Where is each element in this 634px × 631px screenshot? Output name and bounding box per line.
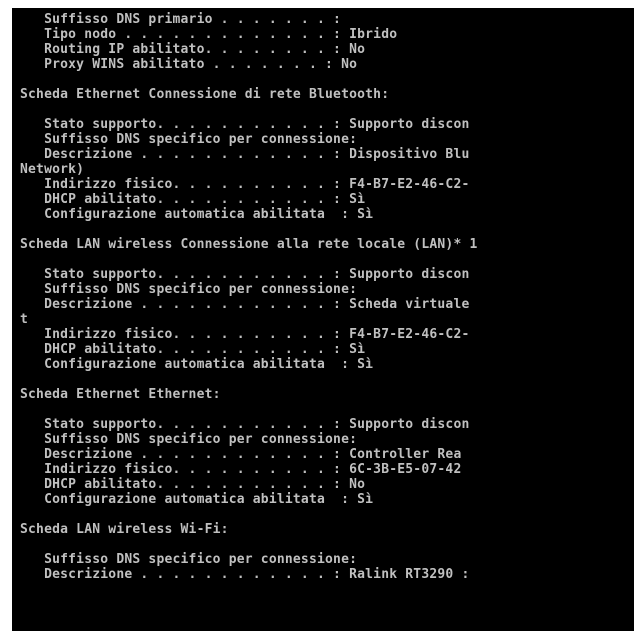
console-line: Indirizzo fisico. . . . . . . . . . : F4… bbox=[20, 177, 470, 192]
console-line: Configurazione automatica abilitata : Sì bbox=[20, 357, 374, 372]
console-line: DHCP abilitato. . . . . . . . . . . : Sì bbox=[20, 192, 366, 207]
console-line: Indirizzo fisico. . . . . . . . . . : 6C… bbox=[20, 462, 462, 477]
console-line: Scheda Ethernet Connessione di rete Blue… bbox=[20, 87, 390, 102]
console-line: Scheda Ethernet Ethernet: bbox=[20, 387, 221, 402]
console-line: Stato supporto. . . . . . . . . . . : Su… bbox=[20, 417, 470, 432]
console-line: Suffisso DNS primario . . . . . . . : bbox=[20, 12, 342, 27]
console-line: Descrizione . . . . . . . . . . . . : Di… bbox=[20, 147, 470, 162]
console-line: Suffisso DNS specifico per connessione: bbox=[20, 432, 358, 447]
console-line: Suffisso DNS specifico per connessione: bbox=[20, 552, 358, 567]
console-line: Proxy WINS abilitato . . . . . . . : No bbox=[20, 57, 358, 72]
console-line: Configurazione automatica abilitata : Sì bbox=[20, 207, 374, 222]
console-line: Routing IP abilitato. . . . . . . . : No bbox=[20, 42, 366, 57]
console-line: Stato supporto. . . . . . . . . . . : Su… bbox=[20, 267, 470, 282]
console-line: DHCP abilitato. . . . . . . . . . . : No bbox=[20, 477, 366, 492]
console-line: Descrizione . . . . . . . . . . . . : Co… bbox=[20, 447, 462, 462]
console-line: t bbox=[20, 312, 29, 327]
console-line: Tipo nodo . . . . . . . . . . . . . : Ib… bbox=[20, 27, 398, 42]
console-line: Scheda LAN wireless Connessione alla ret… bbox=[20, 237, 478, 252]
console-line: Descrizione . . . . . . . . . . . . : Ra… bbox=[20, 567, 470, 582]
console-line: Suffisso DNS specifico per connessione: bbox=[20, 282, 358, 297]
console-line: Network) bbox=[20, 162, 85, 177]
console-line: Indirizzo fisico. . . . . . . . . . : F4… bbox=[20, 327, 470, 342]
console-line: DHCP abilitato. . . . . . . . . . . : Sì bbox=[20, 342, 366, 357]
console-line: Stato supporto. . . . . . . . . . . : Su… bbox=[20, 117, 470, 132]
console-window[interactable]: Suffisso DNS primario . . . . . . . : Ti… bbox=[12, 8, 634, 631]
console-line: Suffisso DNS specifico per connessione: bbox=[20, 132, 358, 147]
console-line: Descrizione . . . . . . . . . . . . : Sc… bbox=[20, 297, 470, 312]
console-line: Configurazione automatica abilitata : Sì bbox=[20, 492, 374, 507]
console-output[interactable]: Suffisso DNS primario . . . . . . . : Ti… bbox=[20, 12, 634, 631]
console-line: Scheda LAN wireless Wi-Fi: bbox=[20, 522, 229, 537]
